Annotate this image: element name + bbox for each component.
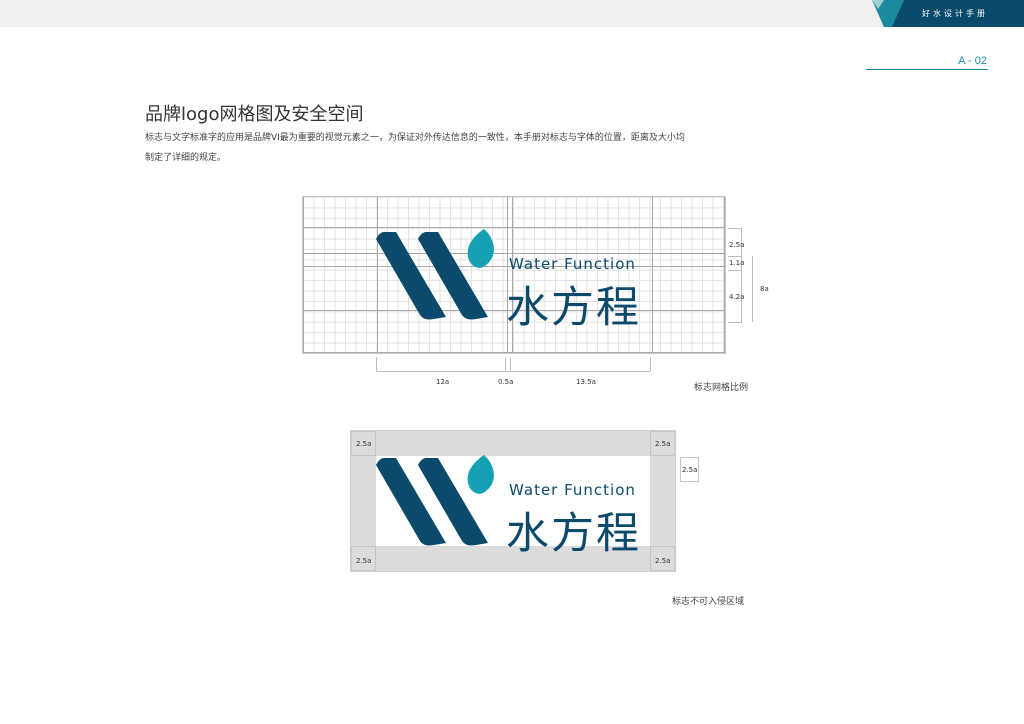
logo-chinese-text: 水方程: [506, 509, 641, 559]
safe-label-bottom-right: 2.5a: [655, 557, 671, 565]
dim-label-bottom-3: 13.5a: [576, 378, 596, 386]
safe-label-side: 2.5a: [682, 466, 698, 474]
logo-mark-icon: [376, 229, 494, 320]
logo-mark-icon: [376, 455, 494, 546]
dim-label-right-3: 4.2a: [729, 293, 745, 301]
dim-label-right-2: 1.1a: [729, 259, 745, 267]
logo-english-text: Water Function: [509, 481, 636, 499]
page-number: A - 02: [958, 55, 987, 67]
logo-chinese-text: 水方程: [506, 283, 641, 333]
safe-label-top-right: 2.5a: [655, 440, 671, 448]
corner-text: 好水设计手册: [922, 9, 988, 18]
page-number-underline: [866, 69, 988, 70]
dim-label-bottom-1: 12a: [436, 378, 450, 386]
safe-label-bottom-left: 2.5a: [356, 557, 372, 565]
logo-english-text: Water Function: [509, 255, 636, 273]
dim-label-right-1: 2.5a: [729, 241, 745, 249]
safe-zone-caption: 标志不可入侵区域: [672, 597, 745, 607]
safe-label-top-left: 2.5a: [356, 440, 372, 448]
logo-grid-version: Water Function 水方程: [376, 229, 656, 333]
page-title: 品牌logo网格图及安全空间: [145, 104, 364, 125]
dim-label-right-total: 8a: [760, 285, 769, 293]
right-dim-bracket: [728, 228, 742, 229]
dim-label-bottom-2: 0.5a: [498, 378, 514, 386]
grid-caption: 标志网格比例: [694, 383, 749, 393]
section-description: 标志与文字标准字的应用是品牌VI最为重要的视觉元素之一，为保证对外传达信息的一致…: [145, 133, 685, 163]
logo-safe-version: Water Function 水方程: [376, 455, 656, 559]
